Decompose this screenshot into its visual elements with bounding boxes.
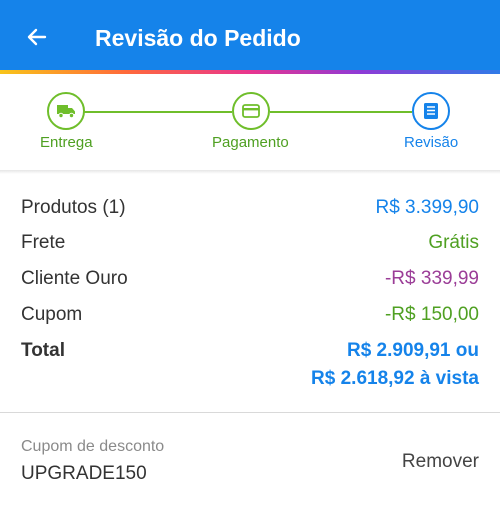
summary-label: Cliente Ouro — [21, 268, 128, 289]
summary-row-products: Produtos (1) R$ 3.399,90 — [0, 194, 500, 222]
stepper-connector — [82, 111, 232, 113]
summary-value: -R$ 150,00 — [384, 304, 479, 325]
summary-label: Cupom — [21, 304, 83, 325]
section-shadow — [0, 170, 500, 174]
checkout-stepper: Entrega Pagamento Revisão — [0, 74, 500, 170]
total-label: Total — [21, 340, 65, 361]
summary-value: Grátis — [428, 232, 479, 253]
summary-value: R$ 3.399,90 — [375, 197, 479, 218]
summary-row-shipping: Frete Grátis — [0, 229, 500, 257]
arrow-left-icon — [27, 28, 47, 46]
summary-row-total: Total R$ 2.909,91 ou R$ 2.618,92 à vista — [0, 337, 500, 397]
summary-row-gold-discount: Cliente Ouro -R$ 339,99 — [0, 265, 500, 293]
back-button[interactable] — [22, 22, 52, 52]
remove-coupon-button[interactable]: Remover — [402, 449, 479, 475]
stepper-connector — [270, 111, 412, 113]
receipt-icon — [424, 103, 438, 119]
coupon-code: UPGRADE150 — [21, 463, 147, 484]
total-value-installments: R$ 2.909,91 ou — [346, 340, 479, 361]
credit-card-icon — [242, 104, 260, 118]
summary-value: -R$ 339,99 — [384, 268, 479, 289]
total-value-cash: R$ 2.618,92 à vista — [311, 368, 479, 389]
step-delivery[interactable] — [47, 92, 85, 130]
summary-label: Frete — [21, 232, 66, 253]
truck-icon — [57, 105, 75, 119]
summary-row-coupon: Cupom -R$ 150,00 — [0, 301, 500, 329]
step-label-delivery: Entrega — [40, 134, 93, 151]
summary-label: Produtos (1) — [21, 197, 126, 218]
divider — [0, 412, 500, 413]
page-title: Revisão do Pedido — [95, 25, 301, 51]
step-label-review: Revisão — [404, 134, 459, 151]
step-review[interactable] — [412, 92, 450, 130]
step-label-payment: Pagamento — [212, 134, 289, 151]
coupon-caption: Cupom de desconto — [21, 438, 165, 455]
step-payment[interactable] — [232, 92, 270, 130]
app-bar: Revisão do Pedido — [0, 0, 500, 70]
